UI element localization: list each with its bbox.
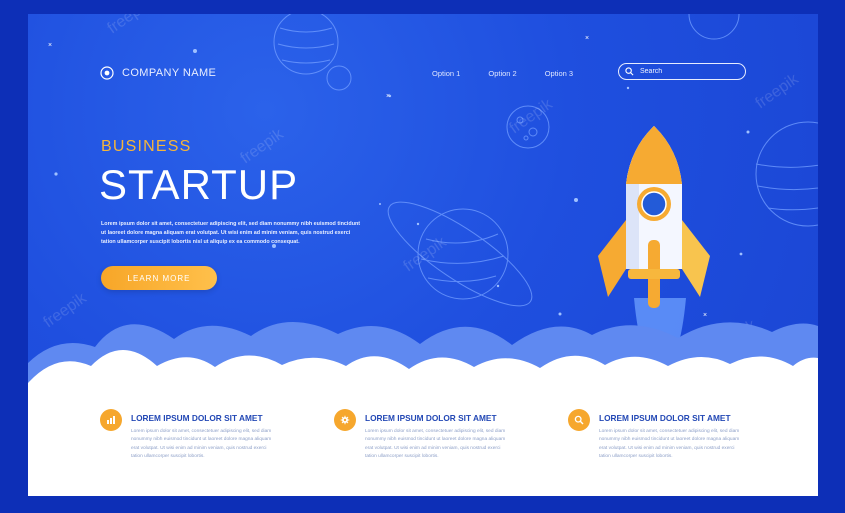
rocket-illustration [598, 126, 710, 308]
watermark-text-6: freepik [41, 289, 91, 331]
hero-description: Lorem ipsum dolor sit amet, consectetuer… [101, 221, 361, 245]
feature-text: Lorem ipsum dolor sit amet, consectetuer… [365, 429, 506, 460]
features-section: LOREM IPSUM DOLOR SIT AMET Lorem ipsum d… [100, 409, 800, 462]
feature-title: LOREM IPSUM DOLOR SIT AMET [599, 413, 731, 423]
bar-chart-icon [100, 409, 122, 431]
feature-card: LOREM IPSUM DOLOR SIT AMET Lorem ipsum d… [334, 409, 519, 462]
watermark-text-4: freepik [401, 233, 451, 275]
target-icon [100, 66, 114, 80]
magnifier-icon [568, 409, 590, 431]
hero-kicker: BUSINESS [101, 138, 192, 155]
planet-right-outline [755, 121, 818, 227]
feature-text: Lorem ipsum dolor sit amet, consectetuer… [131, 429, 272, 460]
learn-more-button[interactable]: LEARN MORE [101, 266, 217, 290]
search-input[interactable] [638, 67, 742, 76]
search-box[interactable] [618, 63, 746, 80]
feature-text: Lorem ipsum dolor sit amet, consectetuer… [599, 429, 740, 460]
hero-title: STARTUP [99, 161, 299, 208]
planet-top-outline [273, 14, 339, 75]
top-navigation: Option 1 Option 2 Option 3 [432, 69, 573, 78]
planet-ring-outline [387, 201, 533, 307]
watermark-text-5: freepik [753, 70, 803, 112]
feature-title: LOREM IPSUM DOLOR SIT AMET [131, 413, 263, 423]
watermark-text-1: freepik [105, 14, 155, 37]
svg-text:×: × [386, 93, 390, 100]
nav-option-3[interactable]: Option 3 [545, 69, 573, 78]
company-name: COMPANY NAME [122, 67, 217, 79]
svg-text:×: × [48, 42, 52, 49]
feature-card: LOREM IPSUM DOLOR SIT AMET Lorem ipsum d… [568, 409, 753, 462]
feature-card: LOREM IPSUM DOLOR SIT AMET Lorem ipsum d… [100, 409, 285, 462]
gear-icon [334, 409, 356, 431]
landing-page-frame: ××× ×× freepik freepik freepik freepik f… [28, 14, 818, 496]
company-logo[interactable]: COMPANY NAME [100, 66, 216, 80]
small-planet-outline [326, 65, 352, 91]
planet-top-right-outline [688, 14, 740, 40]
nav-option-2[interactable]: Option 2 [488, 69, 516, 78]
feature-title: LOREM IPSUM DOLOR SIT AMET [365, 413, 497, 423]
search-icon [625, 67, 634, 76]
svg-text:×: × [703, 312, 707, 319]
svg-text:×: × [585, 35, 589, 42]
nav-option-1[interactable]: Option 1 [432, 69, 460, 78]
